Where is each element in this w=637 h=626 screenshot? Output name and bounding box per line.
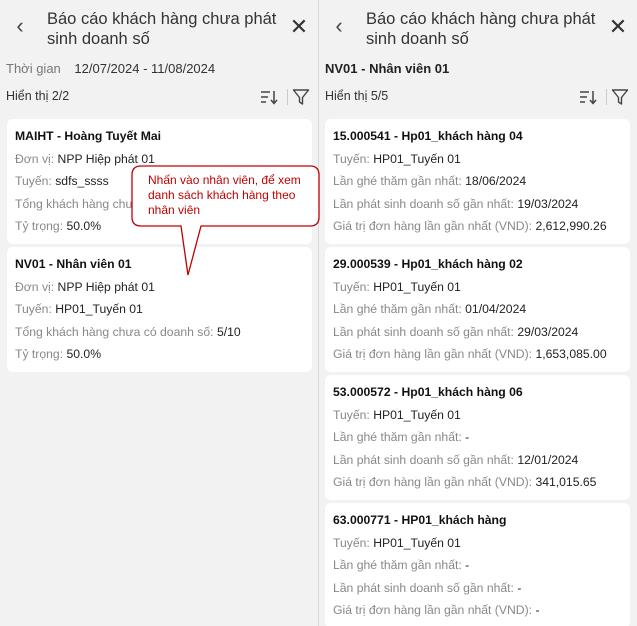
employee-report-panel: ‹ Báo cáo khách hàng chưa phát sinh doan…	[0, 0, 318, 626]
route-label: Tuyến:	[333, 279, 370, 294]
route-label: Tuyến:	[333, 407, 370, 422]
last-order-label: Giá trị đơn hàng lần gần nhất (VND):	[333, 603, 533, 617]
customer-report-panel: ‹ Báo cáo khách hàng chưa phát sinh doan…	[319, 0, 637, 626]
last-sale-value: 19/03/2024	[517, 196, 579, 211]
last-visit-value: 01/04/2024	[465, 302, 527, 316]
list-toolbar: Hiển thị 5/5	[319, 88, 637, 106]
unit-value: NPP Hiệp phát 01	[57, 151, 155, 166]
callout-text: Nhấn vào nhân viên, để xem danh sách khá…	[148, 173, 301, 217]
result-count: Hiển thị 5/5	[325, 89, 389, 103]
customer-card[interactable]: 15.000541 - Hp01_khách hàng 04 Tuyến: HP…	[325, 119, 630, 244]
ratio-label: Tỷ trọng:	[15, 347, 64, 361]
route-label: Tuyến:	[15, 174, 52, 188]
last-sale-label: Lần phát sinh doanh số gần nhất:	[333, 452, 514, 467]
sort-icon[interactable]	[579, 89, 597, 105]
filter-icon[interactable]	[292, 88, 310, 106]
last-visit-value: -	[465, 430, 470, 444]
last-sale-label: Lần phát sinh doanh số gần nhất:	[333, 196, 514, 211]
last-order-value: 2,612,990.26	[535, 219, 607, 233]
result-count: Hiển thị 2/2	[6, 89, 70, 103]
period-value: 12/07/2024 - 11/08/2024	[74, 61, 216, 76]
customer-card[interactable]: 29.000539 - Hp01_khách hàng 02 Tuyến: HP…	[325, 247, 630, 372]
route-value: sdfs_ssss	[55, 174, 109, 188]
last-sale-label: Lần phát sinh doanh số gần nhất:	[333, 324, 514, 339]
close-button[interactable]: ✕	[607, 16, 629, 38]
customer-card[interactable]: 53.000572 - Hp01_khách hàng 06 Tuyến: HP…	[325, 375, 630, 500]
ratio-label: Tỷ trọng:	[15, 219, 64, 233]
last-visit-label: Lần ghé thăm gần nhất:	[333, 302, 462, 316]
employee-header: NV01 - Nhân viên 01	[325, 61, 450, 76]
toolbar-divider	[287, 89, 288, 105]
route-value: HP01_Tuyến 01	[373, 535, 461, 550]
customer-name: 29.000539 - Hp01_khách hàng 02	[333, 257, 523, 271]
last-order-value: -	[535, 603, 540, 617]
last-order-label: Giá trị đơn hàng lần gần nhất (VND):	[333, 219, 533, 233]
customer-name: 63.000771 - HP01_khách hàng	[333, 513, 507, 527]
close-button[interactable]: ✕	[288, 16, 310, 38]
unit-value: NPP Hiệp phát 01	[57, 279, 155, 294]
page-title: Báo cáo khách hàng chưa phát sinh doanh …	[47, 10, 277, 48]
list-toolbar: Hiển thị 2/2	[0, 88, 318, 106]
customer-name: 53.000572 - Hp01_khách hàng 06	[333, 385, 523, 399]
sort-icon[interactable]	[260, 89, 278, 105]
last-visit-label: Lần ghé thăm gần nhất:	[333, 558, 462, 572]
instruction-callout: Nhấn vào nhân viên, để xem danh sách khá…	[131, 165, 320, 276]
page-title: Báo cáo khách hàng chưa phát sinh doanh …	[366, 10, 596, 48]
ratio-value: 50.0%	[66, 219, 102, 233]
employee-name: MAIHT - Hoàng Tuyết Mai	[15, 129, 162, 143]
last-order-label: Giá trị đơn hàng lần gần nhất (VND):	[333, 475, 533, 489]
route-value: HP01_Tuyến 01	[373, 151, 461, 166]
customer-card[interactable]: 63.000771 - HP01_khách hàng Tuyến: HP01_…	[325, 503, 630, 626]
last-order-value: 341,015.65	[535, 475, 597, 489]
last-visit-label: Lần ghé thăm gần nhất:	[333, 174, 462, 188]
header: ‹ Báo cáo khách hàng chưa phát sinh doan…	[319, 0, 637, 56]
unit-label: Đơn vị:	[15, 151, 55, 166]
last-sale-value: -	[517, 580, 522, 595]
period-filter[interactable]: Thời gian 12/07/2024 - 11/08/2024	[6, 61, 215, 77]
last-order-value: 1,653,085.00	[535, 347, 607, 361]
last-visit-label: Lần ghé thăm gần nhất:	[333, 430, 462, 444]
last-sale-value: 29/03/2024	[517, 324, 579, 339]
back-button[interactable]: ‹	[10, 14, 30, 38]
route-value: HP01_Tuyến 01	[373, 407, 461, 422]
toolbar-divider	[606, 89, 607, 105]
unit-label: Đơn vị:	[15, 279, 55, 294]
total-customers-label: Tổng khách hàng chưa có doanh số:	[15, 324, 214, 339]
customer-name: 15.000541 - Hp01_khách hàng 04	[333, 129, 523, 143]
route-value: HP01_Tuyến 01	[373, 279, 461, 294]
last-sale-value: 12/01/2024	[517, 452, 579, 467]
last-order-label: Giá trị đơn hàng lần gần nhất (VND):	[333, 347, 533, 361]
route-value: HP01_Tuyến 01	[55, 302, 143, 316]
last-visit-value: -	[465, 558, 470, 572]
header: ‹ Báo cáo khách hàng chưa phát sinh doan…	[0, 0, 318, 56]
ratio-value: 50.0%	[66, 347, 102, 361]
route-label: Tuyến:	[333, 151, 370, 166]
filter-icon[interactable]	[611, 88, 629, 106]
last-visit-value: 18/06/2024	[465, 174, 527, 188]
back-button[interactable]: ‹	[329, 14, 349, 38]
period-label: Thời gian	[6, 61, 61, 76]
total-customers-value: 5/10	[216, 324, 241, 339]
route-label: Tuyến:	[333, 535, 370, 550]
last-sale-label: Lần phát sinh doanh số gần nhất:	[333, 580, 514, 595]
route-label: Tuyến:	[15, 302, 52, 316]
